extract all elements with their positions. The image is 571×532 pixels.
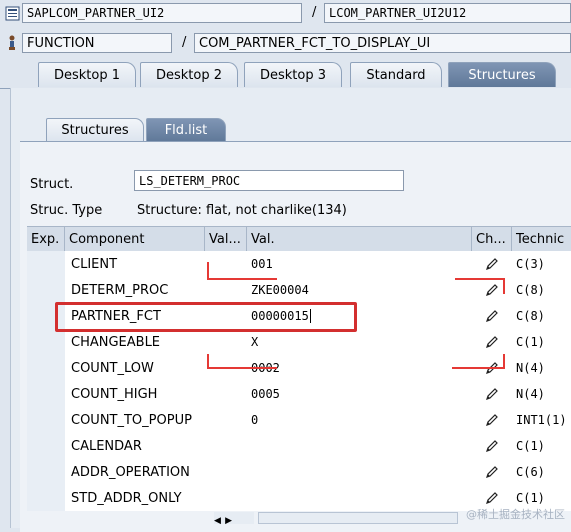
column-header-component[interactable]: Component [65,227,205,251]
edit-pencil-icon[interactable] [472,433,512,459]
highlight-box [55,302,357,332]
component-cell: STD_ADDR_ONLY [71,490,182,506]
expand-cell[interactable] [27,485,65,511]
annotation-mark [455,278,505,280]
edit-pencil-icon[interactable] [472,459,512,485]
technical-type-cell: N(4) [516,361,545,375]
tab-structures[interactable]: Structures [448,62,556,87]
value-cell[interactable]: 0002 [247,355,472,381]
scroll-left-icon[interactable]: ◀ [214,516,221,526]
technical-type-cell: N(4) [516,387,545,401]
component-cell: CHANGEABLE [71,334,161,350]
separator: / [182,35,187,50]
program-icon [4,5,20,21]
subtab-structures[interactable]: Structures [46,118,144,142]
value-cell[interactable]: 0 [247,407,472,433]
field-table: CLIENT 001 C(3) DETERM_PROC ZKE00004 C(8) PART… [27,251,571,511]
technical-type-cell: C(6) [516,465,545,479]
technical-type-cell: C(8) [516,309,545,323]
expand-cell[interactable] [27,251,65,277]
tab-desktop-2[interactable]: Desktop 2 [140,62,238,87]
value-cell[interactable] [247,459,472,485]
component-cell: ADDR_OPERATION [71,464,190,480]
edit-pencil-icon[interactable] [472,329,512,355]
annotation-mark [207,367,277,369]
column-header-exp[interactable]: Exp. [27,227,65,251]
column-header-change[interactable]: Ch... [472,227,512,251]
separator: / [312,5,317,20]
tabstrip: Desktop 1 Desktop 2 Desktop 3 Standard S… [0,58,571,89]
component-cell: COUNT_LOW [71,360,154,376]
edit-pencil-icon[interactable] [472,381,512,407]
expand-cell[interactable] [27,381,65,407]
function-name-field[interactable]: COM_PARTNER_FCT_TO_DISPLAY_UI [194,33,571,53]
expand-cell[interactable] [27,433,65,459]
technical-type-cell: C(1) [516,335,545,349]
technical-type-cell: C(3) [516,257,545,271]
annotation-mark [207,354,209,368]
table-row[interactable]: COUNT_HIGH 0005 N(4) [27,381,571,407]
type-field[interactable]: FUNCTION [22,33,172,53]
struct-type-label: Struc. Type [30,203,103,218]
struct-label: Struct. [30,177,74,192]
watermark: @稀土掘金技术社区 [466,508,565,521]
include-field[interactable]: LCOM_PARTNER_UI2U12 [324,3,571,23]
component-cell: CALENDAR [71,438,142,454]
scroll-right-icon[interactable]: ▶ [225,516,232,526]
component-cell: COUNT_TO_POPUP [71,412,192,428]
edit-pencil-icon[interactable] [472,407,512,433]
subtab-field-list[interactable]: Fld.list [146,118,226,142]
table-header: Exp. Component Val... Val. Ch... Technic [27,226,571,252]
component-cell: DETERM_PROC [71,282,169,298]
technical-type-cell: INT1(1) [516,413,567,427]
expand-cell[interactable] [27,407,65,433]
table-row[interactable]: CHANGEABLE X C(1) [27,329,571,355]
function-icon [4,35,20,51]
column-header-technical[interactable]: Technic [512,227,571,251]
table-row[interactable]: DETERM_PROC ZKE00004 C(8) [27,277,571,303]
annotation-mark [207,278,277,280]
expand-cell[interactable] [27,459,65,485]
column-header-val[interactable]: Val. [247,227,472,251]
edit-pencil-icon[interactable] [472,251,512,277]
tab-desktop-1[interactable]: Desktop 1 [38,62,136,87]
tab-standard[interactable]: Standard [350,62,442,87]
table-row[interactable]: CALENDAR C(1) [27,433,571,459]
annotation-mark [503,354,505,368]
component-cell: COUNT_HIGH [71,386,158,402]
program-field[interactable]: SAPLCOM_PARTNER_UI2 [22,3,302,23]
value-cell[interactable] [247,485,472,511]
annotation-mark [452,367,505,369]
edit-pencil-icon[interactable] [472,303,512,329]
value-cell[interactable]: 001 [247,251,472,277]
value-cell[interactable]: 0005 [247,381,472,407]
value-cell[interactable] [247,433,472,459]
edit-pencil-icon[interactable] [472,277,512,303]
expand-cell[interactable] [27,277,65,303]
column-header-val-short[interactable]: Val... [205,227,247,251]
technical-type-cell: C(8) [516,283,545,297]
expand-cell[interactable] [27,355,65,381]
value-cell[interactable]: X [247,329,472,355]
tab-desktop-3[interactable]: Desktop 3 [244,62,342,87]
component-cell: CLIENT [71,256,118,272]
technical-type-cell: C(1) [516,439,545,453]
struct-input[interactable]: LS_DETERM_PROC [134,170,404,191]
table-row[interactable]: COUNT_TO_POPUP 0 INT1(1) [27,407,571,433]
table-row[interactable]: CLIENT 001 C(3) [27,251,571,277]
annotation-mark [503,278,505,294]
horizontal-scrollbar[interactable]: ◀ ▶ [214,512,254,526]
table-row[interactable]: ADDR_OPERATION C(6) [27,459,571,485]
value-cell[interactable]: ZKE00004 [247,277,472,303]
expand-cell[interactable] [27,329,65,355]
struct-type-value: Structure: flat, not charlike(134) [137,203,347,218]
scroll-track[interactable] [258,512,458,524]
